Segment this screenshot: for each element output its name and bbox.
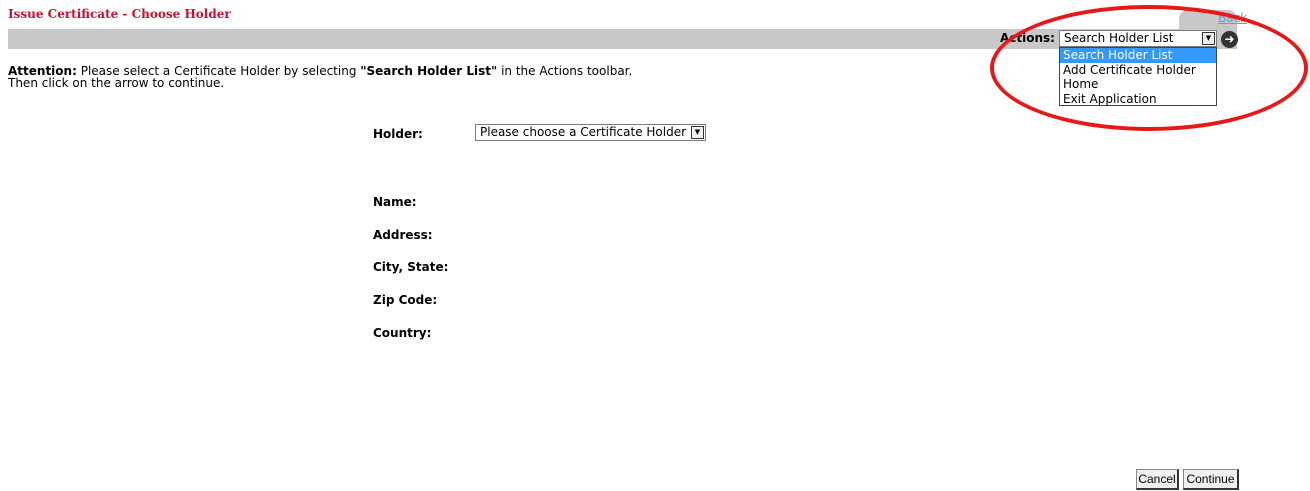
go-arrow-icon[interactable]: ➜ [1221, 31, 1238, 48]
holder-label: Holder: [373, 127, 423, 141]
attention-line-2: Then click on the arrow to continue. [8, 76, 225, 90]
chevron-down-icon[interactable]: ▼ [691, 126, 704, 139]
option-exit-application[interactable]: Exit Application [1060, 92, 1216, 107]
name-label: Name: [373, 195, 417, 209]
actions-label: Actions: [1000, 31, 1055, 45]
option-add-certificate-holder[interactable]: Add Certificate Holder [1060, 63, 1216, 78]
option-search-holder-list[interactable]: Search Holder List [1060, 48, 1216, 63]
attention-text-after: in the Actions toolbar. [497, 64, 633, 78]
actions-dropdown-list: Search Holder List Add Certificate Holde… [1059, 47, 1217, 106]
zip-code-label: Zip Code: [373, 293, 438, 307]
actions-select-value: Search Holder List [1064, 31, 1174, 45]
continue-button[interactable]: Continue [1183, 469, 1239, 490]
page-title: Issue Certificate - Choose Holder [8, 7, 231, 21]
holder-select[interactable]: Please choose a Certificate Holder ▼ [475, 124, 706, 141]
option-home[interactable]: Home [1060, 77, 1216, 92]
attention-highlight: "Search Holder List" [360, 64, 498, 78]
cancel-button[interactable]: Cancel [1136, 469, 1179, 490]
address-label: Address: [373, 228, 433, 242]
city-state-label: City, State: [373, 260, 449, 274]
chevron-down-icon[interactable]: ▼ [1202, 32, 1215, 45]
actions-select[interactable]: Search Holder List ▼ [1059, 30, 1217, 47]
country-label: Country: [373, 326, 432, 340]
back-link[interactable]: Back [1218, 11, 1247, 25]
holder-select-value: Please choose a Certificate Holder [480, 125, 687, 139]
attention-message: Attention: Please select a Certificate H… [8, 65, 632, 89]
